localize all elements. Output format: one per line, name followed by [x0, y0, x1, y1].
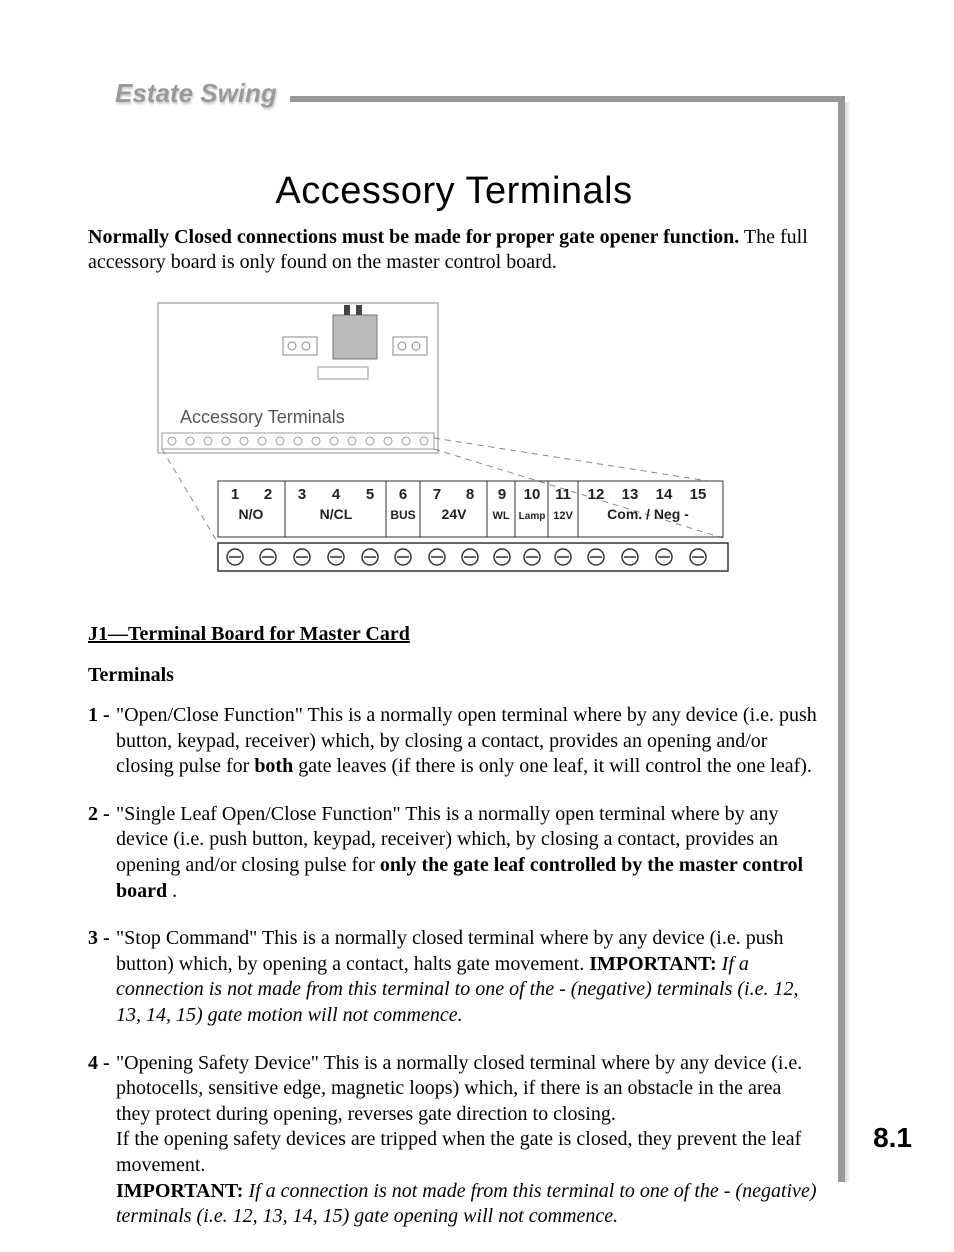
svg-text:12: 12 [588, 486, 605, 503]
right-margin-rule [838, 102, 845, 1182]
svg-text:11: 11 [555, 486, 571, 503]
diagram-screw-row [227, 549, 706, 565]
svg-text:9: 9 [498, 486, 506, 503]
svg-text:2: 2 [264, 486, 272, 503]
svg-text:1: 1 [231, 486, 239, 503]
intro-bold: Normally Closed connections must be made… [88, 226, 739, 248]
terminal-number: 3 - [88, 926, 116, 1028]
svg-text:WL: WL [492, 510, 509, 522]
svg-text:6: 6 [399, 486, 407, 503]
terminal-number: 4 - [88, 1051, 116, 1230]
svg-text:3: 3 [298, 486, 306, 503]
diagram-group-labels: N/O N/CL BUS 24V WL Lamp 12V Com. / Neg … [239, 506, 690, 522]
svg-text:BUS: BUS [390, 508, 415, 522]
svg-text:N/CL: N/CL [320, 506, 353, 522]
terminal-item-4: 4 - "Opening Safety Device" This is a no… [88, 1051, 820, 1230]
terminal-body: "Opening Safety Device" This is a normal… [116, 1051, 820, 1230]
diagram-terminal-numbers: 1 2 3 4 5 6 7 8 9 10 11 12 13 14 15 [231, 486, 707, 503]
svg-text:4: 4 [332, 486, 341, 503]
terminal-item-1: 1 - "Open/Close Function" This is a norm… [88, 703, 820, 780]
svg-text:12V: 12V [553, 510, 573, 522]
page-content: Accessory Terminals Normally Closed conn… [88, 170, 820, 1252]
terminals-subheading: Terminals [88, 664, 820, 687]
diagram-block-label: Accessory Terminals [180, 407, 345, 427]
terminal-diagram: Accessory Terminals [148, 293, 768, 593]
terminal-item-3: 3 - "Stop Command" This is a normally cl… [88, 926, 820, 1028]
brand-logo-text: Estate Swing [115, 78, 277, 109]
svg-text:10: 10 [524, 486, 541, 503]
terminal-number: 2 - [88, 802, 116, 904]
svg-text:N/O: N/O [239, 506, 264, 522]
page-number: 8.1 [873, 1122, 912, 1154]
svg-text:15: 15 [690, 486, 707, 503]
terminal-body: "Stop Command" This is a normally closed… [116, 926, 820, 1028]
svg-text:5: 5 [366, 486, 374, 503]
header-rule [290, 96, 845, 102]
svg-text:8: 8 [466, 486, 474, 503]
terminal-list: 1 - "Open/Close Function" This is a norm… [88, 703, 820, 1230]
section-heading: J1—Terminal Board for Master Card [88, 623, 820, 646]
terminal-body: "Open/Close Function" This is a normally… [116, 703, 820, 780]
svg-text:Com. / Neg -: Com. / Neg - [607, 506, 689, 522]
terminal-item-2: 2 - "Single Leaf Open/Close Function" Th… [88, 802, 820, 904]
svg-text:24V: 24V [442, 506, 468, 522]
svg-text:Lamp: Lamp [519, 511, 546, 522]
svg-text:14: 14 [656, 486, 673, 503]
svg-text:13: 13 [622, 486, 639, 503]
intro-paragraph: Normally Closed connections must be made… [88, 225, 820, 275]
page-title: Accessory Terminals [88, 170, 820, 213]
terminal-number: 1 - [88, 703, 116, 780]
terminal-body: "Single Leaf Open/Close Function" This i… [116, 802, 820, 904]
svg-text:7: 7 [433, 486, 441, 503]
